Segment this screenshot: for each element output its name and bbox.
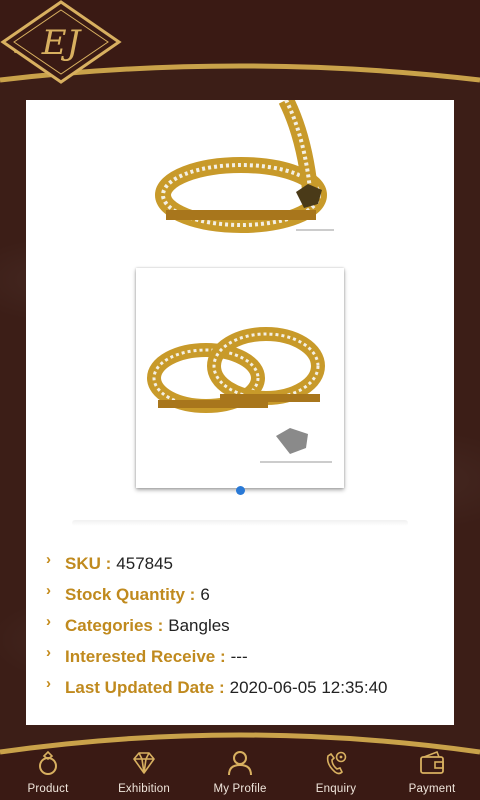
ring-icon [39, 750, 57, 775]
svg-text:EJ: EJ [41, 23, 83, 63]
chevron-right-icon: › [46, 582, 51, 599]
bottom-navigation: Product Exhibition My Profile Enquiry Pa… [0, 722, 480, 800]
detail-interested-receive: › Interested Receive : --- [46, 641, 446, 672]
detail-last-updated-date: › Last Updated Date : 2020-06-05 12:35:4… [46, 672, 446, 703]
nav-product[interactable]: Product [0, 748, 96, 800]
diamond-icon [133, 752, 155, 774]
product-image-previous[interactable] [136, 100, 356, 240]
detail-label: Categories : [65, 615, 164, 635]
nav-enquiry[interactable]: Enquiry [288, 748, 384, 800]
detail-label: SKU : [65, 553, 112, 573]
nav-exhibition[interactable]: Exhibition [96, 748, 192, 800]
detail-stock-quantity: › Stock Quantity : 6 [46, 579, 446, 610]
detail-value: Bangles [168, 615, 230, 635]
detail-value: --- [230, 646, 248, 666]
nav-my-profile[interactable]: My Profile [192, 748, 288, 800]
nav-label: My Profile [213, 783, 267, 795]
chevron-right-icon: › [46, 551, 51, 568]
nav-label: Payment [408, 783, 456, 795]
product-detail-card: › SKU : 457845 › Stock Quantity : 6 › Ca… [26, 100, 454, 725]
nav-label: Product [27, 783, 69, 795]
detail-value: 457845 [116, 553, 174, 573]
app-header: EJ [0, 0, 480, 100]
nav-label: Exhibition [118, 783, 170, 795]
carousel-indicator-active[interactable] [236, 486, 245, 495]
detail-value: 6 [200, 584, 210, 604]
bangles-image [147, 327, 332, 463]
phone-location-icon [326, 751, 347, 775]
wallet-icon [420, 750, 444, 774]
divider [72, 520, 408, 526]
chevron-right-icon: › [46, 644, 51, 661]
detail-label: Last Updated Date : [65, 677, 225, 697]
product-details-list: › SKU : 457845 › Stock Quantity : 6 › Ca… [46, 548, 446, 703]
nav-label: Enquiry [315, 783, 357, 795]
detail-categories: › Categories : Bangles [46, 610, 446, 641]
ej-logo: EJ [0, 0, 122, 84]
nav-payment[interactable]: Payment [384, 748, 480, 800]
user-icon [228, 751, 252, 776]
product-image-main[interactable] [136, 268, 344, 488]
chevron-right-icon: › [46, 675, 51, 692]
detail-sku: › SKU : 457845 [46, 548, 446, 579]
detail-value: 2020-06-05 12:35:40 [229, 677, 388, 697]
chevron-right-icon: › [46, 613, 51, 630]
detail-label: Stock Quantity : [65, 584, 196, 604]
detail-label: Interested Receive : [65, 646, 226, 666]
